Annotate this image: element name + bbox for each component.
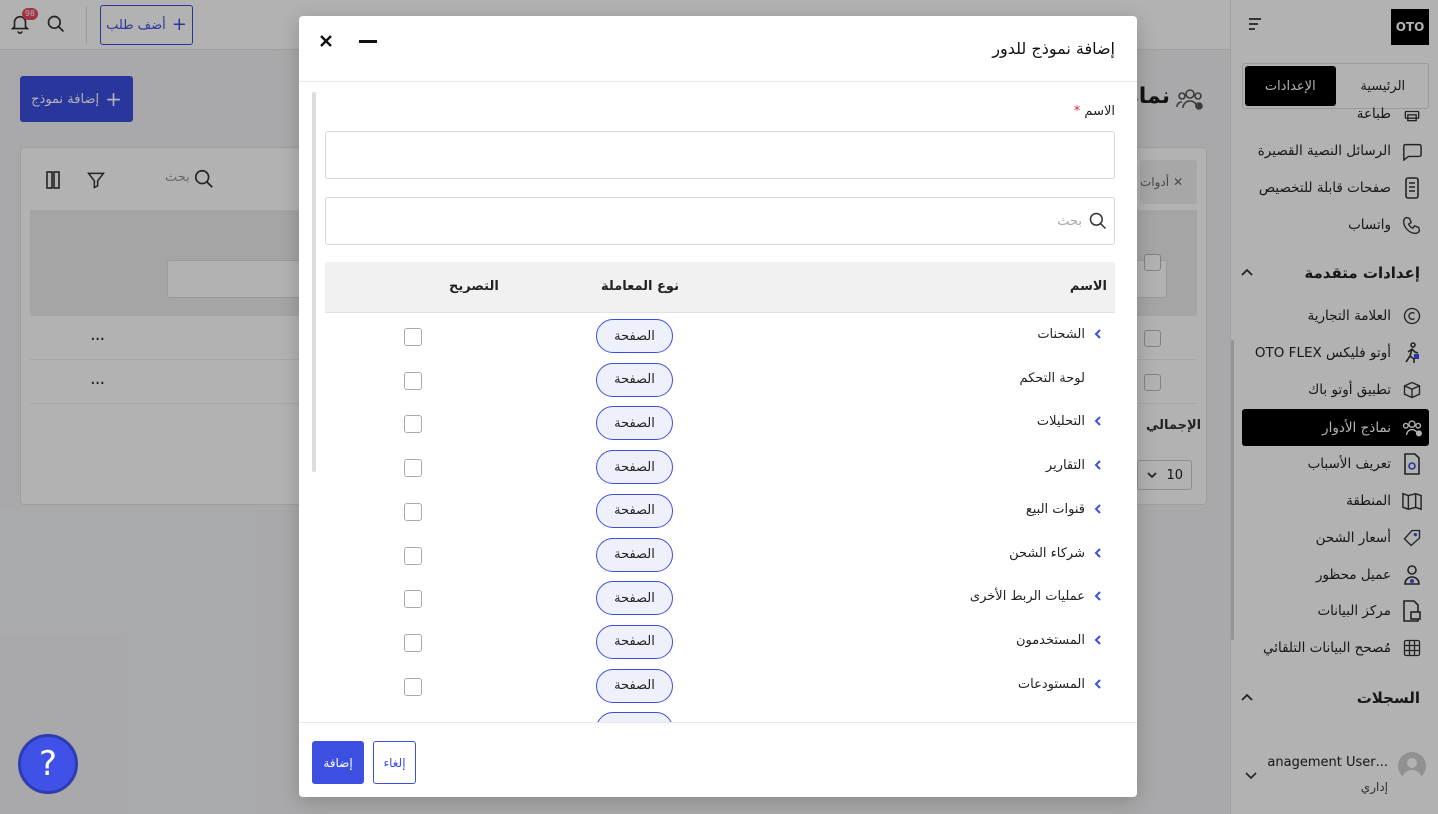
permission-checkbox[interactable] — [404, 459, 422, 478]
name-label: الاسم * — [1074, 104, 1115, 119]
permission-checkbox[interactable] — [404, 502, 422, 521]
permission-row: المستودعات الصفحة — [325, 664, 1115, 708]
name-input[interactable] — [325, 131, 1115, 179]
permission-name: عمليات الربط الأخرى — [969, 589, 1085, 605]
permission-checkbox[interactable] — [404, 415, 422, 434]
transaction-type-badge: الصفحة — [596, 537, 673, 572]
dialog-title: إضافة نموذج للدور — [992, 39, 1115, 58]
permission-checkbox[interactable] — [404, 677, 422, 696]
transaction-type-badge: الصفحة — [596, 581, 673, 616]
search-placeholder: بحث — [1057, 213, 1082, 229]
permission-checkbox[interactable] — [404, 328, 422, 346]
chevron-right-icon[interactable] — [1093, 547, 1103, 563]
column-name: الاسم — [1069, 279, 1107, 294]
transaction-type-badge: الصفحة — [596, 668, 673, 703]
permission-name: قنوات البيع — [1025, 501, 1085, 517]
chevron-right-icon[interactable] — [1093, 634, 1103, 650]
permissions-search-input[interactable]: بحث — [325, 197, 1115, 245]
permission-row-partial — [325, 707, 1115, 722]
permission-name: التقارير — [1045, 458, 1085, 474]
transaction-type-badge: الصفحة — [596, 450, 673, 485]
permission-row: الشحنات الصفحة — [325, 314, 1115, 358]
search-icon — [1089, 212, 1107, 230]
permission-row: شركاء الشحن الصفحة — [325, 533, 1115, 577]
confirm-add-button[interactable]: إضافة — [312, 741, 364, 784]
permission-checkbox[interactable] — [404, 633, 422, 652]
permission-row: قنوات البيع الصفحة — [325, 489, 1115, 533]
transaction-type-badge — [596, 712, 673, 722]
minimize-button[interactable] — [359, 40, 377, 43]
help-button[interactable]: ? — [18, 734, 78, 794]
permission-name: المستودعات — [1017, 676, 1085, 692]
transaction-type-badge: الصفحة — [596, 362, 673, 397]
permission-checkbox[interactable] — [404, 371, 422, 390]
permission-name: لوحة التحكم — [1019, 370, 1085, 386]
chevron-right-icon[interactable] — [1093, 459, 1103, 475]
close-icon — [320, 35, 332, 47]
cancel-button[interactable]: إلغاء — [373, 741, 416, 784]
chevron-right-icon[interactable] — [1093, 590, 1103, 606]
close-button[interactable] — [317, 32, 335, 50]
permission-checkbox[interactable] — [404, 546, 422, 565]
permission-name: التحليلات — [1036, 414, 1085, 430]
dialog-footer: إضافة إلغاء — [299, 722, 1137, 797]
dialog-header: إضافة نموذج للدور — [299, 16, 1137, 82]
permission-row: لوحة التحكم الصفحة — [325, 358, 1115, 402]
dialog-scrollbar[interactable] — [312, 92, 316, 472]
required-mark: * — [1073, 104, 1081, 119]
permission-name: الشحنات — [1037, 327, 1085, 342]
name-label-text: الاسم — [1084, 104, 1115, 119]
add-role-template-dialog: إضافة نموذج للدور الاسم * بحث الاسم نوع … — [299, 16, 1137, 797]
column-type: نوع المعاملة — [601, 279, 679, 294]
permission-row: عمليات الربط الأخرى الصفحة — [325, 576, 1115, 620]
transaction-type-badge: الصفحة — [596, 406, 673, 441]
transaction-type-badge: الصفحة — [596, 624, 673, 659]
column-permission: التصريح — [449, 279, 499, 294]
transaction-type-badge: الصفحة — [596, 493, 673, 528]
chevron-right-icon[interactable] — [1093, 503, 1103, 519]
permission-name: شركاء الشحن — [1009, 545, 1085, 561]
dialog-body: الاسم * بحث الاسم نوع المعاملة التصريح ا… — [299, 82, 1137, 722]
permission-checkbox[interactable] — [404, 590, 422, 609]
chevron-right-icon[interactable] — [1093, 415, 1103, 431]
permission-row: المستخدمون الصفحة — [325, 620, 1115, 664]
transaction-type-badge: الصفحة — [596, 319, 673, 353]
permission-name: المستخدمون — [1015, 632, 1085, 648]
permissions-table-header: الاسم نوع المعاملة التصريح — [325, 262, 1115, 313]
permission-row: التقارير الصفحة — [325, 445, 1115, 489]
chevron-right-icon[interactable] — [1093, 678, 1103, 694]
chevron-right-icon[interactable] — [1093, 328, 1103, 344]
permission-row: التحليلات الصفحة — [325, 401, 1115, 445]
